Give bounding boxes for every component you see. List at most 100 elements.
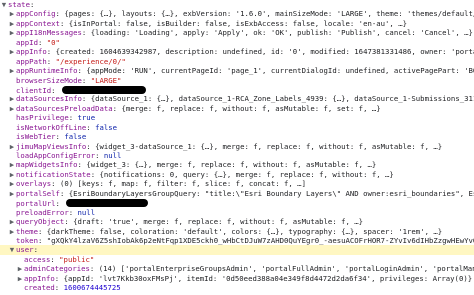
property-key: notificationState (16, 169, 91, 179)
colon: : (81, 28, 91, 38)
state-property-row[interactable]: ▶ dataSourcesPreloadData: {merge: f, repl… (0, 104, 474, 113)
devtools-state-tree: ▼ state: ▶ appConfig: {pages: {…}, layouts:… (0, 0, 474, 295)
colon: : (68, 113, 78, 123)
state-property-row[interactable]: ▶ overlays: (0) [keys: f, map: f, filter:… (0, 179, 474, 188)
expand-triangle-icon[interactable]: ▶ (8, 28, 16, 37)
property-value: {widget_3-dataSource_1: {…}, merge: f, r… (95, 141, 443, 151)
property-value: {draft: 'true', merge: f, replace: f, wi… (73, 217, 364, 227)
redaction-bar (66, 199, 149, 208)
colon: : (46, 47, 56, 57)
property-value: null (103, 151, 122, 160)
state-property-row[interactable]: ▶ appConfig: {pages: {…}, layouts: {…}, e… (0, 9, 474, 18)
state-property-row[interactable]: ▶ dataSourcesInfo: {dataSource_1: {…}, da… (0, 94, 474, 103)
property-value: {widget_3: {…}, merge: f, replace: f, wi… (86, 160, 377, 170)
property-value: 1600674445725 (63, 283, 121, 293)
collapse-triangle-icon[interactable]: ▼ (8, 245, 16, 254)
state-property-row: appId: "0" (0, 38, 474, 47)
colon: : (37, 226, 47, 236)
state-property-row[interactable]: ▶ notificationState: {notifications: 0, q… (0, 170, 474, 179)
expand-triangle-icon[interactable]: ▶ (8, 179, 16, 188)
colon: : (55, 199, 65, 208)
state-property-row[interactable]: ▶ queryObject: {draft: 'true', merge: f, … (0, 217, 474, 226)
expand-triangle-icon[interactable]: ▶ (8, 66, 16, 75)
property-key: dataSourcesPreloadData (16, 103, 113, 113)
property-key: appId (16, 37, 38, 47)
property-value: (0) [keys: f, map: f, filter: f, slice: … (59, 179, 306, 189)
property-key: appI18nMessages (16, 28, 82, 38)
state-property-row: loadAppConfigError: null (0, 151, 474, 160)
state-property-row[interactable]: ▶ appI18nMessages: {loading: 'Loading', a… (0, 28, 474, 37)
property-value: "LARGE" (90, 75, 122, 85)
expand-triangle-icon[interactable]: ▶ (8, 189, 16, 198)
property-value: "public" (59, 254, 95, 264)
state-property-row[interactable]: ▶ appInfo: {appId: 'lvt7Kkb30oxFMsPj', it… (0, 274, 474, 283)
property-key: created (24, 283, 55, 293)
property-value: (14) ['portalEnterpriseGroupsAdmin', 'po… (98, 264, 474, 274)
expand-triangle-icon[interactable]: ▶ (8, 94, 16, 103)
property-key: portalSelf (16, 188, 60, 198)
expand-triangle-icon[interactable]: ▶ (8, 170, 16, 179)
expand-triangle-icon[interactable]: ▶ (8, 227, 16, 236)
expand-triangle-icon[interactable]: ▶ (8, 104, 16, 113)
property-value: {created: 1604639342987, description: un… (55, 47, 474, 57)
colon: : (46, 56, 56, 66)
expand-triangle-icon[interactable]: ▶ (8, 9, 16, 18)
expand-triangle-icon[interactable]: ▶ (8, 217, 16, 226)
property-key: user (16, 245, 34, 255)
property-key: isNetworkOffLine (16, 122, 87, 132)
property-key: isWebTier (16, 132, 56, 142)
state-property-row[interactable]: ▶ appRuntimeInfo: {appMode: 'RUN', curren… (0, 66, 474, 75)
property-value: {dataSource_1: {…}, dataSource_1-RCA_Zon… (90, 94, 474, 104)
state-property-row[interactable]: ▶ theme: {darkTheme: false, coloration: '… (0, 227, 474, 236)
state-property-row[interactable]: ▼ user: (0, 245, 474, 255)
state-property-row: appPath: "/experience/0/" (0, 57, 474, 66)
state-property-row[interactable]: ▶ jimuMapViewsInfo: {widget_3-dataSource_… (0, 142, 474, 151)
expand-triangle-icon[interactable]: ▶ (8, 47, 16, 56)
colon: : (81, 75, 91, 85)
colon: : (95, 151, 104, 160)
property-key: preloadError (16, 207, 69, 217)
expand-triangle-icon[interactable]: ▶ (16, 274, 24, 283)
property-key: portalUrl (16, 199, 56, 208)
colon: : (59, 18, 69, 28)
state-property-row: hasPrivilege: true (0, 113, 474, 122)
state-property-row[interactable]: ▶ appContext: {isInPortal: false, isBuild… (0, 19, 474, 28)
colon: : (81, 94, 91, 104)
state-root-row[interactable]: ▼ state: (0, 0, 474, 9)
property-key: theme (16, 226, 38, 236)
expand-toggle-icon[interactable]: ▼ (0, 0, 8, 9)
expand-triangle-icon[interactable]: ▶ (8, 142, 16, 151)
colon: : (37, 235, 47, 245)
state-property-row: clientId: (0, 85, 474, 94)
property-key: appRuntimeInfo (16, 66, 78, 76)
redaction-bar (61, 85, 146, 94)
property-value: {EsriBoundaryLayersGroupQuery: "title:\"… (68, 188, 474, 198)
state-property-row[interactable]: ▶ adminCategories: (14) ['portalEnterpris… (0, 264, 474, 273)
expand-triangle-icon[interactable]: ▶ (16, 264, 24, 273)
state-property-row[interactable]: ▶ portalSelf: {EsriBoundaryLayersGroupQue… (0, 189, 474, 198)
property-value: {pages: {…}, layouts: {…}, exbVersion: '… (64, 9, 474, 19)
colon: : (29, 0, 35, 9)
colon: : (50, 254, 60, 264)
expand-triangle-icon[interactable]: ▶ (8, 160, 16, 169)
property-value: {isInPortal: false, isBuilder: false, is… (68, 18, 408, 28)
colon: : (68, 207, 78, 217)
property-value: {appId: 'lvt7Kkb30oxFMsPj', itemId: '0d5… (63, 273, 473, 283)
property-key: clientId (16, 85, 52, 95)
property-key: overlays (16, 179, 52, 189)
property-value: {appMode: 'RUN', currentPageId: 'page_1'… (86, 66, 474, 76)
colon: : (54, 273, 64, 283)
state-property-row: portalUrl: (0, 198, 474, 208)
colon: : (59, 188, 69, 198)
property-value: {notifications: 0, query: {…}, merge: f,… (99, 169, 394, 179)
state-property-row[interactable]: ▶ appInfo: {created: 1604639342987, descr… (0, 47, 474, 56)
property-value: "/experience/0/" (55, 56, 126, 66)
expand-triangle-icon[interactable]: ▶ (8, 19, 16, 28)
state-property-row[interactable]: ▶ mapWidgetsInfo: {widget_3: {…}, merge: … (0, 160, 474, 169)
